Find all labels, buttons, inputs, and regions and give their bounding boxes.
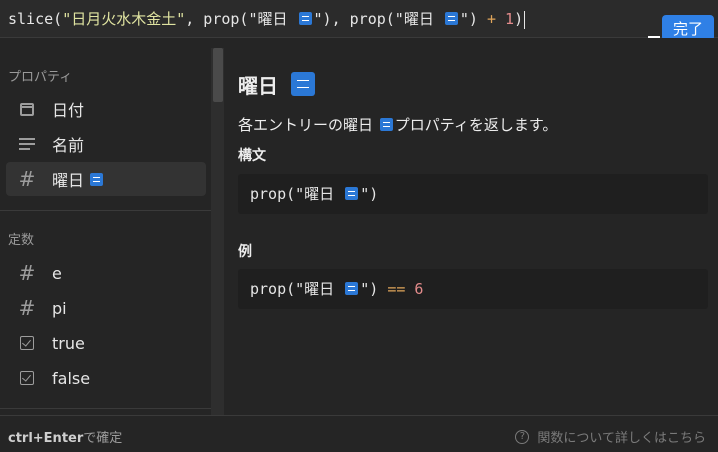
checkbox-icon (14, 371, 40, 385)
shortcut-key: ctrl+Enter (8, 431, 84, 446)
code-text: ") (360, 185, 379, 203)
footer-bar: ctrl+Enterで確定 ? 関数について詳しくはこちら (0, 415, 718, 452)
sidebar-item-label: 日付 (52, 101, 85, 120)
text-lines-icon (14, 138, 40, 150)
number-property-icon (290, 72, 315, 96)
example-code-block: prop("曜日 ") == 6 (238, 269, 708, 309)
help-icon: ? (515, 429, 530, 444)
code-text: prop("曜日 (250, 280, 344, 298)
formula-input[interactable]: slice("日月火水木金土", prop("曜日 "), prop("曜日 "… (8, 9, 526, 29)
sidebar-item-pi[interactable]: # pi (6, 291, 206, 325)
hash-icon: # (18, 261, 36, 285)
learn-more-text: 関数について詳しくはこちら (537, 431, 706, 446)
shortcut-hint: ctrl+Enterで確定 (8, 427, 122, 446)
formula-editor[interactable]: slice("日月火水木金土", prop("曜日 "), prop("曜日 "… (0, 0, 718, 38)
number-property-icon (298, 12, 312, 25)
formula-number: 1 (496, 10, 515, 28)
formula-string: "日月火水木金土" (62, 10, 186, 28)
number-property-icon (444, 12, 458, 25)
sidebar-item-label: false (52, 368, 91, 388)
constants-section-label: 定数 (8, 233, 35, 248)
properties-section-label: プロパティ (8, 70, 73, 85)
doc-description-text: 各エントリーの曜日 (238, 116, 378, 134)
code-number: 6 (405, 280, 424, 298)
syntax-heading: 構文 (238, 148, 266, 164)
number-property-icon (345, 282, 359, 295)
number-property-icon (345, 187, 359, 200)
formula-token: ") (459, 10, 487, 28)
hash-icon: # (18, 167, 36, 191)
example-heading: 例 (238, 244, 252, 260)
divider (0, 408, 211, 409)
sidebar-item-true[interactable]: true (6, 326, 206, 360)
doc-title: 曜日 (238, 70, 317, 99)
formula-token: , prop(" (185, 10, 258, 28)
number-property-icon (379, 118, 393, 131)
sidebar-item-label: 曜日 (52, 171, 85, 190)
checkbox-icon (14, 336, 40, 350)
code-text: ") (360, 280, 388, 298)
sidebar-item-weekday[interactable]: # 曜日 (6, 162, 206, 196)
code-text: prop("曜日 (250, 185, 344, 203)
sidebar-item-name[interactable]: 名前 (6, 127, 206, 161)
sidebar-scrollbar-track[interactable] (211, 48, 224, 415)
formula-token: "), prop(" (313, 10, 404, 28)
doc-description: 各エントリーの曜日 プロパティを返します。 (238, 114, 557, 135)
divider (0, 210, 211, 211)
shortcut-text: で確定 (83, 431, 123, 446)
calendar-icon (14, 102, 40, 116)
formula-token: 曜日 (403, 10, 443, 28)
hash-icon: # (18, 296, 36, 320)
sidebar-scrollbar-thumb[interactable] (213, 48, 223, 102)
formula-operator: + (486, 10, 496, 28)
number-property-icon (90, 172, 104, 186)
docs-panel: 曜日 各エントリーの曜日 プロパティを返します。 構文 prop("曜日 ") … (224, 38, 718, 415)
learn-more-link[interactable]: ? 関数について詳しくはこちら (515, 427, 706, 446)
formula-token: slice( (8, 10, 63, 28)
formula-token: ) (514, 10, 524, 28)
code-operator: == (387, 280, 406, 298)
sidebar-item-label: e (52, 263, 62, 283)
doc-title-text: 曜日 (238, 74, 278, 98)
sidebar-item-date[interactable]: 日付 (6, 92, 206, 126)
syntax-code-block: prop("曜日 ") (238, 174, 708, 214)
text-caret (524, 10, 526, 29)
sidebar: プロパティ 日付 名前 # 曜日 定数 # e # pi true false (0, 38, 211, 415)
formula-token: 曜日 (257, 10, 297, 28)
doc-description-text: プロパティを返します。 (394, 116, 558, 134)
sidebar-item-false[interactable]: false (6, 361, 206, 395)
sidebar-item-label: true (52, 333, 85, 353)
sidebar-item-label: pi (52, 298, 67, 318)
sidebar-item-e[interactable]: # e (6, 256, 206, 290)
sidebar-item-label: 名前 (52, 136, 85, 155)
